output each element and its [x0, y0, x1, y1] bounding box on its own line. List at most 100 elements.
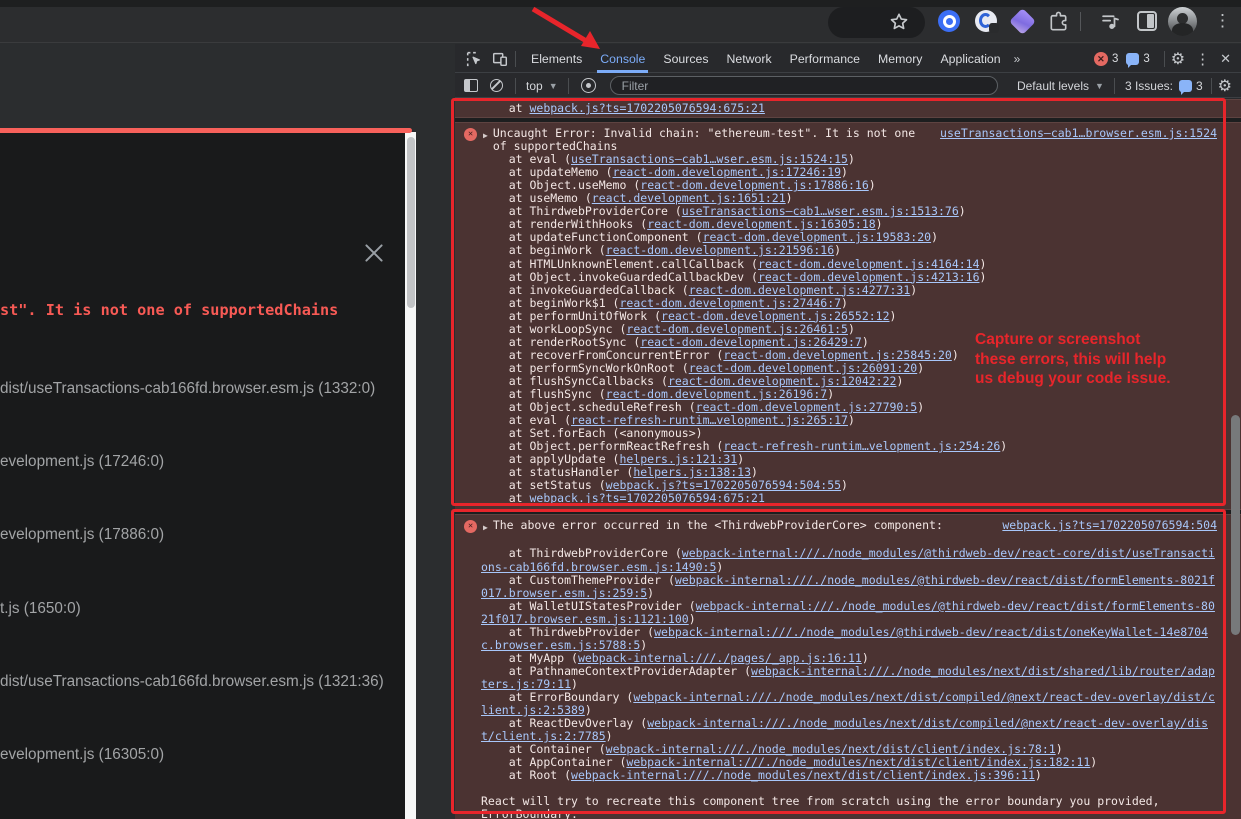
diamond-wallet-extension-icon[interactable]	[1009, 8, 1036, 35]
toolbar-separator	[515, 51, 516, 67]
stack-text: )	[959, 204, 966, 218]
issues-counter-label[interactable]: 3 Issues:	[1125, 79, 1173, 93]
tab-strip	[0, 0, 1241, 7]
stack-text: )	[585, 703, 592, 717]
stack-link[interactable]: useTransactions–cab1…wser.esm.js:1524:15	[571, 152, 848, 166]
stack-link[interactable]: react-dom.development.js:17886:16	[640, 178, 868, 192]
tab-performance[interactable]: Performance	[781, 46, 869, 73]
stack-text: )	[827, 387, 834, 401]
expand-triangle-icon[interactable]: ▶	[483, 129, 488, 142]
bookmark-star-icon[interactable]	[888, 11, 910, 33]
toolbar-separator	[1080, 12, 1081, 31]
chevron-down-icon[interactable]: ▼	[1095, 81, 1104, 91]
stack-link[interactable]: react-dom.development.js:26552:12	[661, 309, 889, 323]
error-count-badge-icon[interactable]: ✕	[1094, 52, 1108, 66]
tab-memory[interactable]: Memory	[869, 46, 931, 73]
error-block-2: ✕ ▶ The above error occurred in the <Thi…	[455, 514, 1241, 819]
stack-link[interactable]: react-dom.development.js:26429:7	[640, 335, 862, 349]
omnibox[interactable]	[828, 7, 925, 38]
console-log: at webpack.js?ts=1702205076594:675:21 ✕ …	[455, 99, 1241, 819]
default-levels-dropdown[interactable]: Default levels	[1017, 79, 1089, 93]
stack-link[interactable]: react-dom.development.js:4164:14	[758, 257, 980, 271]
tab-console[interactable]: Console	[591, 46, 654, 73]
stack-link[interactable]: useTransactions–cab1…wser.esm.js:1513:76	[682, 204, 959, 218]
stack-line: at Root (webpack-internal:///./node_modu…	[481, 769, 1217, 782]
stack-link[interactable]: webpack-internal:///./pages/_app.js:16:1…	[578, 651, 862, 665]
stack-link[interactable]: webpack-internal:///./node_modules/next/…	[626, 755, 1090, 769]
stack-text: )	[716, 560, 723, 574]
stack-trace: at eval (useTransactions–cab1…wser.esm.j…	[481, 153, 1217, 505]
stack-link[interactable]: react-refresh-runtim…velopment.js:265:17	[571, 413, 848, 427]
more-tabs-icon[interactable]: »	[1010, 52, 1025, 66]
console-scrollbar-thumb[interactable]	[1231, 415, 1240, 635]
stack-text: at invokeGuardedCallback (	[481, 283, 689, 297]
context-selector[interactable]: top	[526, 79, 543, 93]
tab-sources[interactable]: Sources	[654, 46, 717, 73]
device-toolbar-icon[interactable]	[491, 50, 509, 68]
dialog-close-icon[interactable]	[361, 240, 387, 266]
clock-extension-icon[interactable]	[975, 10, 997, 32]
stack-text: at useMemo (	[481, 191, 592, 205]
stack-link[interactable]: webpack.js?ts=1702205076594:504:55	[606, 478, 841, 492]
stack-link[interactable]: react-dom.development.js:26461:5	[626, 322, 848, 336]
tab-elements[interactable]: Elements	[522, 46, 591, 73]
source-link[interactable]: useTransactions–cab1…browser.esm.js:1524	[940, 127, 1217, 140]
stack-text: at MyApp (	[481, 651, 578, 665]
tab-network[interactable]: Network	[718, 46, 781, 73]
stack-link[interactable]: react-dom.development.js:16305:18	[647, 217, 875, 231]
filter-input[interactable]	[610, 76, 998, 95]
stack-link[interactable]: react-dom.development.js:4213:16	[758, 270, 980, 284]
console-sidebar-icon[interactable]	[464, 79, 478, 92]
stack-text: at ReactDevOverlay (	[481, 716, 647, 730]
stack-link[interactable]: react-dom.development.js:17246:19	[613, 165, 841, 179]
live-expression-eye-icon[interactable]	[581, 78, 596, 93]
stack-line: at ReactDevOverlay (webpack-internal:///…	[481, 717, 1217, 743]
stack-link[interactable]: webpack.js?ts=1702205076594:675:21	[529, 491, 764, 505]
stack-text: at beginWork (	[481, 243, 606, 257]
issues-bubble-icon[interactable]	[1126, 53, 1139, 65]
stack-link[interactable]: react.development.js:1651:21	[592, 191, 786, 205]
source-link[interactable]: webpack.js?ts=1702205076594:504	[1002, 519, 1217, 532]
expand-triangle-icon[interactable]: ▶	[483, 521, 488, 534]
side-panel-icon[interactable]	[1137, 11, 1157, 31]
stack-link[interactable]: react-dom.development.js:21596:16	[606, 243, 834, 257]
extensions-puzzle-icon[interactable]	[1047, 10, 1070, 33]
stack-link[interactable]: react-dom.development.js:12042:22	[668, 374, 896, 388]
settings-gear-icon[interactable]: ⚙	[1218, 76, 1232, 96]
stack-text: at renderRootSync (	[481, 335, 640, 349]
inspect-icon[interactable]	[465, 50, 483, 68]
stack-link[interactable]: webpack.js?ts=1702205076594:675:21	[529, 101, 764, 115]
stack-text: )	[876, 217, 883, 231]
tab-application[interactable]: Application	[931, 46, 1009, 73]
clear-console-icon[interactable]	[490, 79, 503, 92]
chevron-down-icon[interactable]: ▼	[549, 81, 558, 91]
stack-text: )	[1056, 742, 1063, 756]
stack-link[interactable]: react-dom.development.js:26091:20	[689, 361, 917, 375]
stack-link[interactable]: react-dom.development.js:19583:20	[703, 230, 931, 244]
devtools-menu-icon[interactable]: ⋮	[1195, 50, 1210, 68]
stack-link[interactable]: react-dom.development.js:27446:7	[619, 296, 841, 310]
blue-circle-extension-icon[interactable]	[938, 10, 960, 32]
stack-link[interactable]: react-dom.development.js:4277:31	[689, 283, 911, 297]
console-scrollbar[interactable]	[1229, 99, 1241, 819]
browser-menu-icon[interactable]: ⋮	[1214, 10, 1228, 32]
stack-link[interactable]: react-dom.development.js:26196:7	[606, 387, 828, 401]
settings-gear-icon[interactable]: ⚙	[1171, 49, 1185, 69]
profile-avatar[interactable]	[1168, 7, 1197, 36]
stack-frame-file: evelopment.js (17886:0)	[0, 526, 164, 544]
media-controls-icon[interactable]	[1100, 11, 1122, 32]
stack-link[interactable]: react-dom.development.js:27790:5	[696, 400, 918, 414]
dialog-scrollbar[interactable]	[405, 132, 416, 819]
dialog-scrollbar-thumb[interactable]	[407, 137, 415, 308]
stack-link[interactable]: react-dom.development.js:25845:20	[723, 348, 951, 362]
stack-link[interactable]: helpers.js:121:31	[619, 452, 737, 466]
stack-text: )	[980, 270, 987, 284]
stack-line: at CustomThemeProvider (webpack-internal…	[481, 574, 1217, 600]
stack-link[interactable]: webpack-internal:///./node_modules/next/…	[571, 768, 1035, 782]
stack-link[interactable]: react-refresh-runtim…velopment.js:254:26	[723, 439, 1000, 453]
devtools-close-icon[interactable]: ✕	[1220, 51, 1231, 67]
error-block-1: ✕ ▶ Uncaught Error: Invalid chain: "ethe…	[455, 122, 1241, 510]
stack-link[interactable]: helpers.js:138:13	[633, 465, 751, 479]
stack-link[interactable]: webpack-internal:///./node_modules/next/…	[606, 742, 1056, 756]
toolbar-separator	[515, 78, 516, 94]
